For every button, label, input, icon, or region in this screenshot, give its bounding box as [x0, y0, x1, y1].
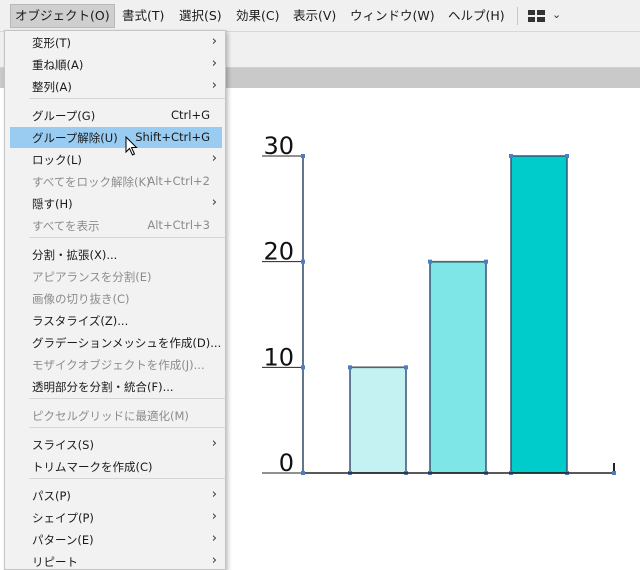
submenu-arrow-icon: › [211, 509, 217, 524]
anchor-point [404, 365, 408, 370]
menu-item-label: 重ね順(A) [32, 58, 84, 72]
anchor-point [612, 471, 616, 475]
menu-item-7[interactable]: 隠す(H) › [10, 193, 222, 214]
menu-item-shortcut: Shift+Ctrl+G [135, 130, 210, 144]
anchor-point [428, 259, 432, 264]
menu-item-21[interactable]: パターン(E) › [10, 529, 222, 550]
y-tick-label: 0 [279, 449, 294, 477]
menu-item-5[interactable]: ロック(L) › [10, 149, 222, 170]
menu-item-20[interactable]: シェイプ(P) › [10, 507, 222, 528]
chevron-down-icon[interactable]: ⌄ [552, 8, 561, 21]
chart-bar [510, 155, 568, 474]
menu-item-15[interactable]: 透明部分を分割・統合(F)... [10, 376, 222, 397]
anchor-point [301, 365, 305, 370]
menu-item-13[interactable]: グラデーションメッシュを作成(D)... [10, 332, 222, 353]
menu-item-4[interactable]: グループ解除(U) Shift+Ctrl+G [10, 127, 222, 148]
menu-item-11: 画像の切り抜き(C) [10, 288, 222, 309]
menu-bar: オブジェクト(O) 書式(T) 選択(S) 効果(C) 表示(V) ウィンドウ(W) ヘルプ… [0, 0, 640, 32]
menu-item-label: 透明部分を分割・統合(F)... [32, 380, 174, 394]
submenu-arrow-icon: › [211, 531, 217, 546]
menu-select[interactable]: 選択(S) [175, 5, 226, 27]
menu-item-6: すべてをロック解除(K) Alt+Ctrl+2 [10, 171, 222, 192]
menu-item-label: 変形(T) [32, 36, 71, 50]
menu-item-19[interactable]: パス(P) › [10, 485, 222, 506]
submenu-arrow-icon: › [211, 56, 217, 71]
menu-item-label: トリムマークを作成(C) [32, 460, 153, 474]
menu-item-label: 画像の切り抜き(C) [32, 292, 130, 306]
menu-separator [29, 237, 225, 238]
menu-help[interactable]: ヘルプ(H) [444, 5, 509, 27]
menu-item-22[interactable]: リピート › [10, 551, 222, 569]
menu-item-10: アピアランスを分割(E) [10, 266, 222, 287]
menu-item-2[interactable]: 整列(A) › [10, 76, 222, 97]
menu-item-18[interactable]: トリムマークを作成(C) [10, 456, 222, 477]
menu-item-label: すべてをロック解除(K) [32, 175, 151, 189]
workspace-layout-icon[interactable] [528, 10, 545, 22]
menu-item-17[interactable]: スライス(S) › [10, 434, 222, 455]
menu-item-label: グラデーションメッシュを作成(D)... [32, 336, 222, 350]
submenu-arrow-icon: › [211, 151, 217, 166]
menu-item-label: 隠す(H) [32, 197, 73, 211]
menu-item-label: スライス(S) [32, 438, 94, 452]
menu-item-3[interactable]: グループ(G) Ctrl+G [10, 105, 222, 126]
menu-item-label: パターン(E) [32, 533, 94, 547]
menu-item-9[interactable]: 分割・拡張(X)... [10, 244, 222, 265]
menu-item-shortcut: Alt+Ctrl+2 [147, 174, 210, 188]
menu-item-label: シェイプ(P) [32, 511, 94, 525]
y-tick-label: 30 [263, 132, 294, 160]
menu-separator [517, 7, 518, 25]
menu-item-label: パス(P) [32, 489, 71, 503]
anchor-point [301, 154, 305, 158]
anchor-point [301, 471, 305, 475]
menu-window[interactable]: ウィンドウ(W) [346, 5, 439, 27]
anchor-point [509, 154, 513, 158]
menu-separator [29, 427, 225, 428]
menu-item-14: モザイクオブジェクトを作成(J)... [10, 354, 222, 375]
submenu-arrow-icon: › [211, 34, 217, 49]
menu-item-label: 整列(A) [32, 80, 72, 94]
chart-bar [349, 366, 407, 474]
submenu-arrow-icon: › [211, 436, 217, 451]
menu-item-8: すべてを表示 Alt+Ctrl+3 [10, 215, 222, 236]
submenu-arrow-icon: › [211, 195, 217, 210]
menu-item-label: モザイクオブジェクトを作成(J)... [32, 358, 205, 372]
x-axis-end-tick [613, 463, 615, 471]
menu-item-shortcut: Alt+Ctrl+3 [147, 218, 210, 232]
object-menu-dropdown: 変形(T) › 重ね順(A) › 整列(A) › グループ(G) Ctrl+G グループ解除(U… [4, 30, 226, 570]
anchor-point [484, 259, 488, 264]
mouse-cursor-icon [125, 136, 138, 156]
menu-item-16: ピクセルグリッドに最適化(M) [10, 405, 222, 426]
y-tick-label: 10 [263, 343, 294, 371]
menu-separator [29, 98, 225, 99]
menu-item-label: 分割・拡張(X)... [32, 248, 118, 262]
chart-bar [429, 260, 487, 474]
menu-item-label: ラスタライズ(Z)... [32, 314, 129, 328]
menu-view[interactable]: 表示(V) [289, 5, 340, 27]
menu-item-label: すべてを表示 [32, 219, 100, 233]
menu-item-label: ロック(L) [32, 153, 82, 167]
menu-item-label: グループ解除(U) [32, 131, 118, 145]
menu-separator [29, 478, 225, 479]
menu-item-shortcut: Ctrl+G [170, 108, 210, 122]
menu-item-1[interactable]: 重ね順(A) › [10, 54, 222, 75]
menu-type[interactable]: 書式(T) [118, 5, 168, 27]
anchor-point [565, 154, 569, 158]
menu-item-12[interactable]: ラスタライズ(Z)... [10, 310, 222, 331]
submenu-arrow-icon: › [211, 553, 217, 568]
menu-separator [29, 398, 225, 399]
submenu-arrow-icon: › [211, 487, 217, 502]
menu-item-label: ピクセルグリッドに最適化(M) [32, 409, 189, 423]
anchor-point [348, 365, 352, 370]
submenu-arrow-icon: › [211, 78, 217, 93]
y-tick-label: 20 [263, 238, 294, 266]
anchor-point [301, 259, 305, 264]
menu-item-label: リピート [32, 555, 78, 569]
menu-item-label: グループ(G) [32, 109, 96, 123]
menu-item-0[interactable]: 変形(T) › [10, 32, 222, 53]
menu-object[interactable]: オブジェクト(O) [10, 4, 115, 28]
menu-item-label: アピアランスを分割(E) [32, 270, 152, 284]
menu-effect[interactable]: 効果(C) [232, 5, 283, 27]
